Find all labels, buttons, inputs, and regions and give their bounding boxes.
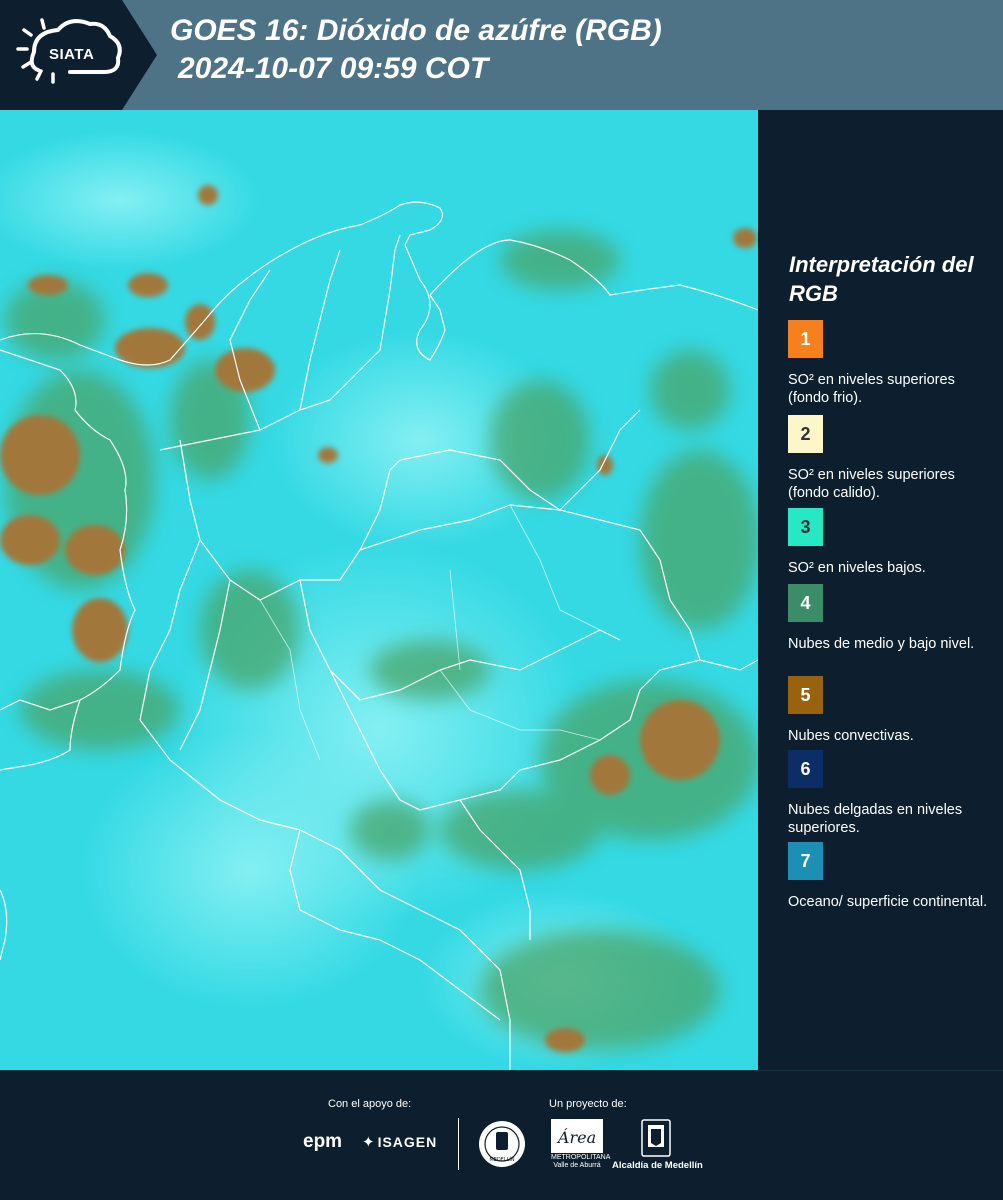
isagen-logo[interactable]: ✦ ISAGEN [362,1133,437,1151]
legend-swatch-3: 3 [788,508,823,546]
legend-label-3: SO² en niveles bajos. [788,560,926,576]
legend-panel: Interpretación del RGB 1 SO² en niveles … [758,110,1003,1070]
footer-divider [458,1118,459,1170]
page-title: GOES 16: Dióxido de azúfre (RGB) [170,14,662,47]
legend-label-7: Oceano/ superficie continental. [788,894,988,910]
footer-bar: Con el apoyo de: Un proyecto de: epm ✦ IS… [0,1070,1003,1200]
legend-item-2: 2 SO² en niveles superiores (fondo calid… [788,415,998,502]
legend-swatch-5: 5 [788,676,823,714]
legend-label-5: Nubes convectivas. [788,728,914,744]
area-script-label: Área [556,1127,596,1147]
legend-item-4: 4 Nubes de medio y bajo nivel. [788,584,998,653]
alcaldia-shield-icon[interactable] [641,1119,671,1157]
area-metropolitana-label: METROPOLITANA Valle de Aburrá [551,1154,611,1169]
legend-item-7: 7 Oceano/ superficie continental. [788,842,998,911]
page-timestamp: 2024-10-07 09:59 COT [178,52,489,85]
legend-title: Interpretación del RGB [789,252,974,306]
logo-label: SIATA [49,46,95,63]
alcaldia-label: Alcaldía de Medellín [612,1160,703,1171]
header-bar: SIATA GOES 16: Dióxido de azúfre (RGB) 2… [0,0,1003,110]
legend-item-1: 1 SO² en niveles superiores (fondo frio)… [788,320,998,407]
legend-item-3: 3 SO² en niveles bajos. [788,508,998,577]
legend-swatch-7: 7 [788,842,823,880]
project-caption: Un proyecto de: [549,1098,627,1110]
legend-label-6: Nubes delgadas en niveles superiores. [788,802,963,836]
legend-swatch-6: 6 [788,750,823,788]
legend-swatch-1: 1 [788,320,823,358]
legend-swatch-4: 4 [788,584,823,622]
legend-swatch-2: 2 [788,415,823,453]
legend-label-4: Nubes de medio y bajo nivel. [788,636,975,652]
siata-logo[interactable]: SIATA [0,0,158,110]
support-caption: Con el apoyo de: [328,1098,412,1110]
satellite-map[interactable] [0,110,758,1070]
isagen-star-icon: ✦ [362,1134,376,1151]
legend-label-1: SO² en niveles superiores (fondo frio). [788,372,955,406]
medellin-seal-icon[interactable]: MEDELLÍN [477,1119,527,1169]
area-metropolitana-logo[interactable]: Área [551,1119,603,1153]
epm-logo[interactable]: epm [303,1131,342,1153]
map-canvas [0,110,758,1070]
legend-label-2: SO² en niveles superiores (fondo calido)… [788,467,955,501]
medellin-seal-label: MEDELLÍN [489,1156,515,1163]
isagen-label: ISAGEN [377,1134,438,1150]
legend-item-6: 6 Nubes delgadas en niveles superiores. [788,750,998,837]
legend-item-5: 5 Nubes convectivas. [788,676,998,745]
